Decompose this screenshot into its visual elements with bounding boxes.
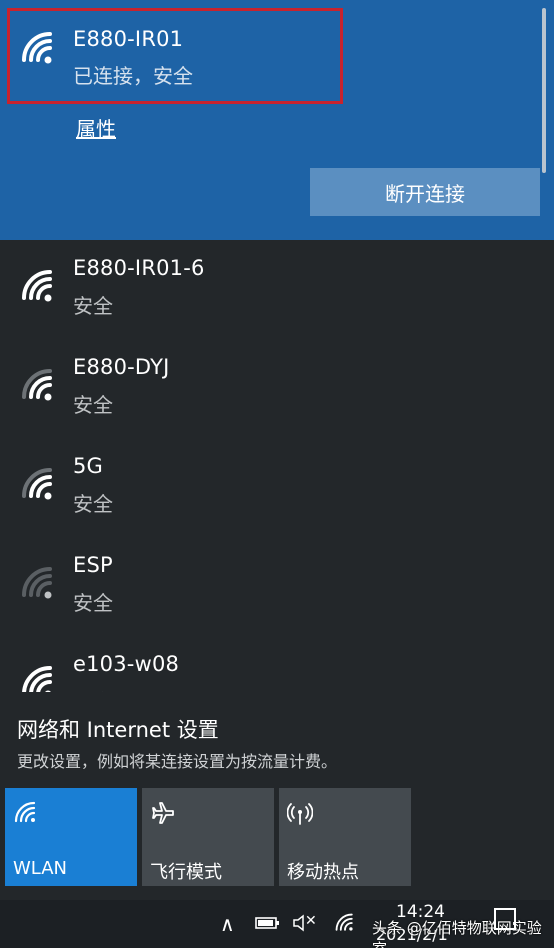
- disconnect-button[interactable]: 断开连接: [310, 168, 540, 216]
- wifi-icon: [22, 567, 52, 599]
- wlan-toggle-tile[interactable]: WLAN: [5, 788, 137, 886]
- wifi-icon: [22, 468, 52, 500]
- tile-label: 移动热点: [287, 862, 359, 883]
- airplane-mode-tile[interactable]: 飞行模式: [142, 788, 274, 886]
- airplane-icon: [152, 802, 174, 824]
- wifi-icon: [14, 801, 36, 823]
- network-name: E880-DYJ: [73, 355, 170, 379]
- mute-x-mark: ✕: [305, 913, 317, 929]
- list-item-network[interactable]: ESP 安全: [0, 543, 554, 642]
- wifi-icon: [22, 369, 52, 401]
- battery-icon[interactable]: [255, 915, 281, 931]
- network-status: 安全: [73, 686, 113, 692]
- network-status: 安全: [73, 393, 113, 417]
- chevron-up-icon[interactable]: ∧: [220, 912, 235, 936]
- network-settings-link[interactable]: 网络和 Internet 设置: [17, 714, 219, 744]
- list-item-network[interactable]: e103-w08 安全: [0, 642, 554, 692]
- network-name: E880-IR01-6: [73, 256, 205, 280]
- wifi-icon: [22, 270, 52, 302]
- network-status: 安全: [73, 492, 113, 516]
- list-item-network[interactable]: E880-IR01-6 安全: [0, 246, 554, 345]
- network-flyout: E880-IR01 已连接，安全 属性 断开连接 E880-IR01-6 安全: [0, 0, 554, 948]
- network-list[interactable]: E880-IR01-6 安全 E880-DYJ 安全 5G 安全 ESP 安全 …: [0, 240, 554, 692]
- network-name: e103-w08: [73, 652, 180, 676]
- watermark-text: 头条 @亿佰特物联网实验室: [372, 919, 542, 948]
- network-name: ESP: [73, 553, 113, 577]
- list-item-network[interactable]: 5G 安全: [0, 444, 554, 543]
- connected-network-section[interactable]: E880-IR01 已连接，安全 属性 断开连接: [0, 0, 554, 240]
- network-settings-description: 更改设置，例如将某连接设置为按流量计费。: [17, 752, 338, 771]
- tile-label: WLAN: [13, 858, 68, 879]
- network-name: 5G: [73, 454, 104, 478]
- scrollbar[interactable]: [542, 8, 546, 173]
- hotspot-icon: [287, 803, 313, 825]
- mobile-hotspot-tile[interactable]: 移动热点: [279, 788, 411, 886]
- network-status: 安全: [73, 591, 113, 615]
- list-item-network[interactable]: E880-DYJ 安全: [0, 345, 554, 444]
- notification-icon[interactable]: [494, 908, 516, 930]
- properties-link[interactable]: 属性: [76, 113, 116, 142]
- wifi-icon: [22, 666, 52, 692]
- annotation-highlight-box: [7, 8, 343, 104]
- network-status: 安全: [73, 294, 113, 318]
- wifi-icon[interactable]: [334, 912, 356, 934]
- tile-label: 飞行模式: [150, 862, 222, 883]
